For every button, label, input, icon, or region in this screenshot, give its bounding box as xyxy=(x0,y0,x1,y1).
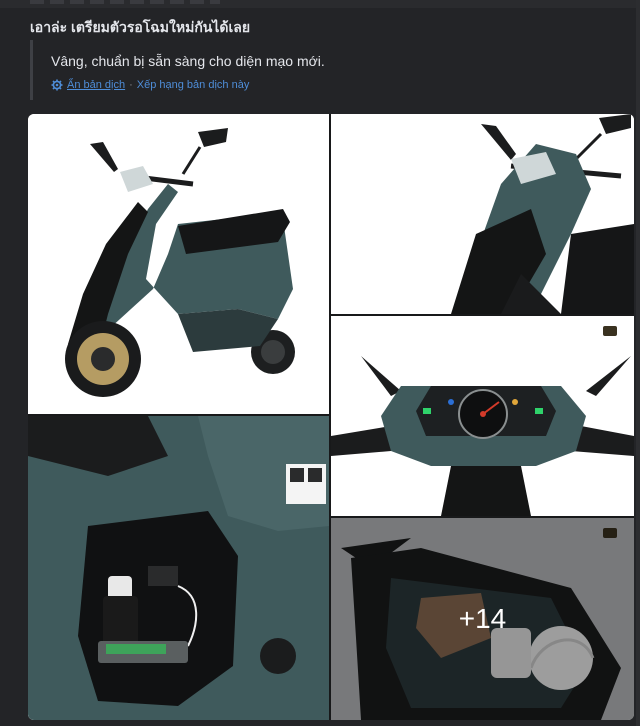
more-photos-count: +14 xyxy=(458,603,507,634)
translation-meta: Ẩn bản dịch · Xếp hạng bản dịch này xyxy=(51,79,249,91)
photo-scooter-side[interactable] xyxy=(28,114,329,414)
photo-scooter-dashboard[interactable] xyxy=(331,316,634,516)
scooter-dashboard-image xyxy=(331,316,634,516)
photo-scooter-seat-storage[interactable]: +14 xyxy=(331,518,634,720)
hide-translation-link[interactable]: Ẩn bản dịch xyxy=(67,79,125,91)
photo-scooter-compartment[interactable] xyxy=(28,416,329,720)
translated-text: Vâng, chuẩn bị sẵn sàng cho diện mạo mới… xyxy=(51,53,325,69)
scooter-side-view-image xyxy=(28,114,329,414)
photo-gallery: +14 xyxy=(28,114,634,720)
separator: · xyxy=(129,79,133,91)
scooter-storage-compartment-image xyxy=(28,416,329,720)
photo-scooter-front[interactable] xyxy=(331,114,634,314)
cropped-text xyxy=(30,0,220,4)
previous-post-strip xyxy=(0,0,640,8)
post-text: เอาล่ะ เตรียมตัวรอโฉมใหม่กันได้เลย xyxy=(30,19,251,35)
more-photos-overlay[interactable]: +14 xyxy=(331,518,634,720)
scooter-front-view-image xyxy=(331,114,634,314)
scrollbar-track[interactable] xyxy=(636,0,640,726)
rate-translation-link[interactable]: Xếp hạng bản dịch này xyxy=(137,79,250,91)
gear-icon xyxy=(51,79,63,91)
translation-block: Vâng, chuẩn bị sẵn sàng cho diện mạo mới… xyxy=(30,40,628,100)
